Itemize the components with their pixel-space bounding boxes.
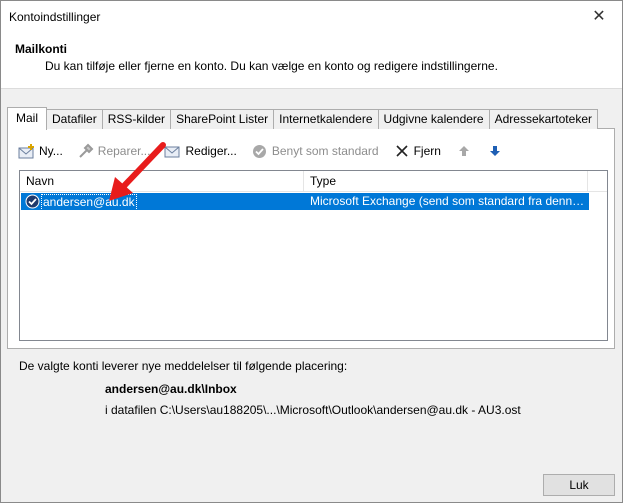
tab-udgivne-kalendere[interactable]: Udgivne kalendere <box>377 109 490 129</box>
title-bar: Kontoindstillinger ✕ <box>1 1 622 31</box>
repair-label: Reparer... <box>97 144 151 158</box>
tab-rss-kilder[interactable]: RSS-kilder <box>101 109 172 129</box>
delivery-data-file-path: i datafilen C:\Users\au188205\...\Micros… <box>105 403 521 417</box>
remove-label: Fjern <box>413 144 441 158</box>
default-account-check-icon <box>25 194 40 209</box>
tab-sharepoint-lister[interactable]: SharePoint Lister <box>170 109 275 129</box>
tab-mail[interactable]: Mail <box>7 107 48 130</box>
tab-strip: Mail Datafiler RSS-kilder SharePoint Lis… <box>7 107 598 130</box>
new-account-button[interactable]: Ny... <box>18 143 63 159</box>
account-toolbar: Ny... Reparer... Rediger... Benyt som st… <box>18 141 521 161</box>
window-title: Kontoindstillinger <box>9 10 101 24</box>
new-account-label: Ny... <box>39 144 63 158</box>
table-row[interactable]: andersen@au.dk Microsoft Exchange (send … <box>21 193 589 211</box>
move-up-button[interactable] <box>455 143 476 159</box>
header-panel: Mailkonti Du kan tilføje eller fjerne en… <box>1 31 622 89</box>
header-title: Mailkonti <box>15 42 68 56</box>
account-list[interactable]: Navn Type andersen@au.dk Microsoft Excha… <box>19 170 608 341</box>
arrow-down-icon <box>486 143 504 159</box>
change-button[interactable]: Rediger... <box>164 143 237 159</box>
close-icon[interactable]: ✕ <box>576 1 622 31</box>
account-name: andersen@au.dk <box>41 194 137 211</box>
column-header-name[interactable]: Navn <box>20 171 304 192</box>
set-default-button[interactable]: Benyt som standard <box>251 143 379 159</box>
tab-adressekartoteker[interactable]: Adressekartoteker <box>488 109 598 129</box>
repair-icon <box>77 143 95 159</box>
change-label: Rediger... <box>185 144 237 158</box>
change-mail-icon <box>164 143 182 159</box>
tab-datafiler[interactable]: Datafiler <box>46 109 103 129</box>
delivery-folder: andersen@au.dk\Inbox <box>105 382 237 396</box>
checkmark-circle-icon <box>251 143 269 159</box>
remove-button[interactable]: Fjern <box>393 143 441 159</box>
new-mail-icon <box>18 143 36 159</box>
account-type: Microsoft Exchange (send som standard fr… <box>310 194 588 208</box>
repair-button[interactable]: Reparer... <box>77 143 151 159</box>
set-default-label: Benyt som standard <box>271 144 379 158</box>
arrow-up-icon <box>455 143 473 159</box>
delivery-location-label: De valgte konti leverer nye meddelelser … <box>19 359 348 373</box>
header-subtitle: Du kan tilføje eller fjerne en konto. Du… <box>45 59 498 73</box>
close-button[interactable]: Luk <box>543 474 615 496</box>
column-header-type[interactable]: Type <box>304 171 588 192</box>
remove-x-icon <box>393 143 411 159</box>
list-header: Navn Type <box>20 171 607 192</box>
account-settings-dialog: Kontoindstillinger ✕ Mailkonti Du kan ti… <box>0 0 623 503</box>
tab-internetkalendere[interactable]: Internetkalendere <box>273 109 379 129</box>
move-down-button[interactable] <box>486 143 507 159</box>
